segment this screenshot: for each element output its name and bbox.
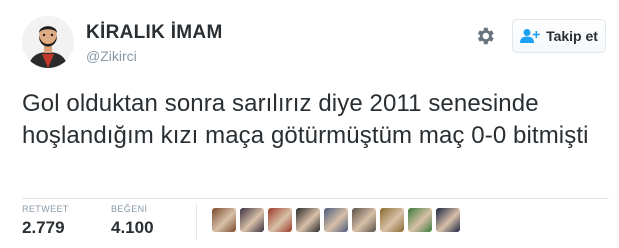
liker-avatars	[212, 208, 460, 232]
divider	[22, 198, 609, 199]
display-name[interactable]: KİRALIK İMAM	[86, 22, 223, 44]
gear-icon[interactable]	[474, 25, 496, 47]
liker-avatar-7[interactable]	[380, 208, 404, 232]
liker-avatar-3[interactable]	[268, 208, 292, 232]
add-user-icon	[520, 28, 540, 44]
like-label: BEĞENİ	[111, 204, 148, 214]
liker-avatar-4[interactable]	[296, 208, 320, 232]
stats-separator	[196, 204, 197, 240]
retweet-count: 2.779	[22, 218, 65, 237]
liker-avatar-5[interactable]	[324, 208, 348, 232]
follow-label: Takip et	[546, 28, 598, 44]
liker-avatar-9[interactable]	[436, 208, 460, 232]
avatar[interactable]	[22, 16, 74, 68]
user-handle[interactable]: @Zikirci	[86, 48, 137, 64]
liker-avatar-8[interactable]	[408, 208, 432, 232]
liker-avatar-6[interactable]	[352, 208, 376, 232]
like-stat[interactable]: BEĞENİ 4.100	[111, 204, 154, 238]
like-count: 4.100	[111, 218, 154, 237]
retweet-stat[interactable]: RETWEET 2.779	[22, 204, 69, 238]
bearded-man-avatar-icon	[22, 16, 74, 68]
liker-avatar-1[interactable]	[212, 208, 236, 232]
retweet-label: RETWEET	[22, 204, 69, 214]
liker-avatar-2[interactable]	[240, 208, 264, 232]
follow-button[interactable]: Takip et	[512, 19, 606, 53]
tweet-text: Gol olduktan sonra sarılırız diye 2011 s…	[22, 90, 589, 149]
tweet-card: KİRALIK İMAM @Zikirci Takip et Gol olduk…	[0, 0, 619, 248]
